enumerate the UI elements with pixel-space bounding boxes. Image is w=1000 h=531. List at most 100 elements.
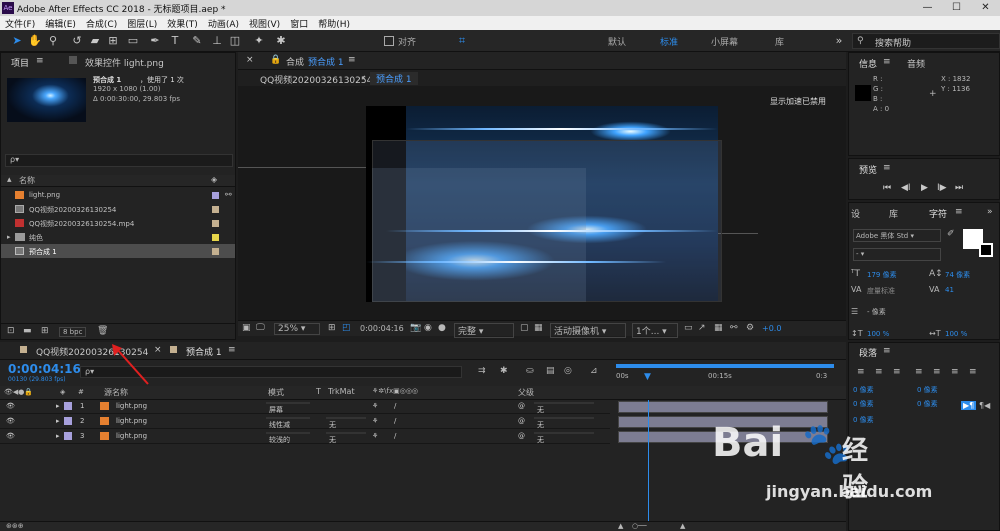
workspace-small-screen[interactable]: 小屏幕	[711, 35, 738, 48]
eyedropper-icon[interactable]: ✐	[947, 229, 955, 239]
indent-left-value[interactable]: 0 像素	[853, 385, 874, 395]
label-column-icon[interactable]: ◈	[60, 388, 65, 396]
help-search-box[interactable]: ⚲ 搜索帮助	[852, 33, 1000, 49]
work-area-bar[interactable]	[616, 364, 834, 368]
menu-composition[interactable]: 合成(C)	[81, 16, 122, 30]
font-size-value[interactable]: 179 像素	[867, 270, 897, 280]
viewer-timecode[interactable]: 0:00:04:16	[360, 324, 404, 333]
quality-switch-icon[interactable]: /	[394, 432, 396, 440]
layer-duration-bar[interactable]	[618, 401, 828, 413]
new-composition-icon[interactable]: ⊞	[41, 326, 49, 336]
expand-arrow-icon[interactable]: ▸	[56, 432, 60, 440]
camera-tool-icon[interactable]: ▰	[88, 34, 102, 48]
expand-arrow-icon[interactable]: ▸	[7, 233, 11, 241]
menu-help[interactable]: 帮助(H)	[313, 16, 355, 30]
menu-window[interactable]: 窗口	[285, 16, 313, 30]
play-icon[interactable]: ▶	[921, 183, 928, 193]
current-time-display[interactable]: 0:00:04:16	[8, 362, 81, 376]
parent-dropdown[interactable]: 无	[534, 417, 594, 429]
shy-layers-icon[interactable]: ⛀	[526, 366, 534, 376]
time-ruler[interactable]: 00s 00:15s 0:3 ▼	[612, 362, 846, 386]
table-row[interactable]: 👁 ▸ 2 light.png 线性减 无 ⚘ / @ 无	[0, 415, 610, 429]
font-style-dropdown[interactable]: - ▾	[853, 248, 941, 261]
expand-arrow-icon[interactable]: ▸	[56, 417, 60, 425]
zoom-tool-icon[interactable]: ⚲	[46, 34, 60, 48]
info-tab[interactable]: 信息	[859, 57, 877, 70]
quality-switch-icon[interactable]: /	[394, 402, 396, 410]
project-tab[interactable]: 项目	[11, 56, 29, 69]
camera-dropdown[interactable]: 活动摄像机 ▾	[550, 323, 626, 338]
zoom-in-icon[interactable]: ▲	[680, 522, 685, 530]
selection-tool-icon[interactable]: ➤	[10, 34, 24, 48]
audio-tab[interactable]: 音频	[907, 57, 925, 70]
character-tab-menu-icon[interactable]: ≡	[955, 207, 963, 217]
next-frame-icon[interactable]: Ⅰ▶	[937, 183, 947, 193]
eraser-tool-icon[interactable]: ◫	[228, 34, 242, 48]
collapse-switch-icon[interactable]: ⚘	[372, 417, 378, 425]
expand-arrow-icon[interactable]: ▸	[56, 402, 60, 410]
library-tab[interactable]: 库	[889, 207, 898, 220]
close-tab-icon[interactable]: ×	[246, 55, 254, 65]
justify-right-icon[interactable]: ≡	[951, 367, 959, 377]
pickwhip-icon[interactable]: @	[518, 402, 525, 410]
flowchart-icon[interactable]: ⚯	[730, 323, 738, 333]
workspace-standard[interactable]: 标准	[660, 35, 678, 48]
toggle-switches-icons[interactable]: ⊛⊛⊕	[6, 522, 24, 530]
maximize-button[interactable]: ☐	[942, 0, 971, 16]
snapshot-icon[interactable]: 📷	[410, 323, 421, 333]
region-of-interest-icon[interactable]: ▢	[520, 323, 529, 333]
paragraph-tab-menu-icon[interactable]: ≡	[883, 346, 891, 356]
motion-blur-icon[interactable]: ◎	[564, 366, 572, 376]
justify-left-icon[interactable]: ≡	[915, 367, 923, 377]
help-search-input[interactable]: 搜索帮助	[875, 36, 911, 49]
list-item[interactable]: 预合成 1	[1, 244, 235, 258]
timeline-icon[interactable]: ▦	[714, 323, 723, 333]
draft-3d-icon[interactable]: ✱	[500, 366, 508, 376]
label-color-chip[interactable]	[212, 192, 219, 199]
menu-animation[interactable]: 动画(A)	[203, 16, 244, 30]
clone-stamp-tool-icon[interactable]: ⊥	[210, 34, 224, 48]
workspace-default[interactable]: 默认	[608, 35, 626, 48]
preview-tab-menu-icon[interactable]: ≡	[883, 163, 891, 173]
indent-right-value[interactable]: 0 像素	[917, 385, 938, 395]
composition-tab[interactable]: 预合成 1	[308, 55, 344, 68]
last-frame-icon[interactable]: ⏭	[955, 183, 963, 193]
pickwhip-icon[interactable]: @	[518, 432, 525, 440]
align-center-icon[interactable]: ≡	[875, 367, 883, 377]
monitor-icon[interactable]: 🖵	[256, 323, 265, 333]
menu-effect[interactable]: 效果(T)	[162, 16, 203, 30]
fast-preview-icon[interactable]: ↗	[698, 323, 706, 333]
always-preview-icon[interactable]: ▣	[242, 323, 251, 333]
puppet-tool-icon[interactable]: ✱	[274, 34, 288, 48]
interpret-footage-icon[interactable]: ⊡	[7, 326, 15, 336]
workspace-library[interactable]: 库	[775, 35, 784, 48]
layer-mode-dropdown[interactable]: 屏幕	[266, 402, 310, 414]
character-tab[interactable]: 字符	[929, 207, 947, 220]
composition-tab-menu-icon[interactable]: ≡	[348, 55, 356, 65]
layer-mode-dropdown[interactable]: 较浅的	[266, 432, 310, 444]
snap-icon[interactable]: ⌗	[455, 34, 469, 48]
menu-edit[interactable]: 编辑(E)	[40, 16, 81, 30]
list-item[interactable]: QQ视频20200326130254.mp4	[1, 216, 235, 230]
menu-file[interactable]: 文件(F)	[0, 16, 40, 30]
mask-visibility-icon[interactable]: ◰	[342, 323, 351, 333]
label-color-chip[interactable]	[212, 220, 219, 227]
first-frame-icon[interactable]: ⏮	[883, 183, 891, 193]
roto-brush-tool-icon[interactable]: ✦	[252, 34, 266, 48]
list-item[interactable]: light.png ⚯	[1, 188, 235, 202]
label-color-chip[interactable]	[212, 234, 219, 241]
layer-label-chip[interactable]	[64, 402, 72, 410]
grid-icon[interactable]: ⊞	[328, 323, 336, 333]
stroke-color-swatch[interactable]	[979, 243, 993, 257]
list-item[interactable]: QQ视频20200326130254	[1, 202, 235, 216]
parent-dropdown[interactable]: 无	[534, 402, 594, 414]
close-button[interactable]: ✕	[971, 0, 1000, 16]
align-left-icon[interactable]: ≡	[857, 367, 865, 377]
transparency-grid-icon[interactable]: ▦	[534, 323, 543, 333]
resolution-dropdown[interactable]: 完整 ▾	[454, 323, 514, 338]
layer-name[interactable]: light.png	[116, 402, 147, 410]
exposure-reset-icon[interactable]: ⚙	[746, 323, 754, 333]
align-right-icon[interactable]: ≡	[893, 367, 901, 377]
layer-label-chip[interactable]	[64, 432, 72, 440]
justify-center-icon[interactable]: ≡	[933, 367, 941, 377]
